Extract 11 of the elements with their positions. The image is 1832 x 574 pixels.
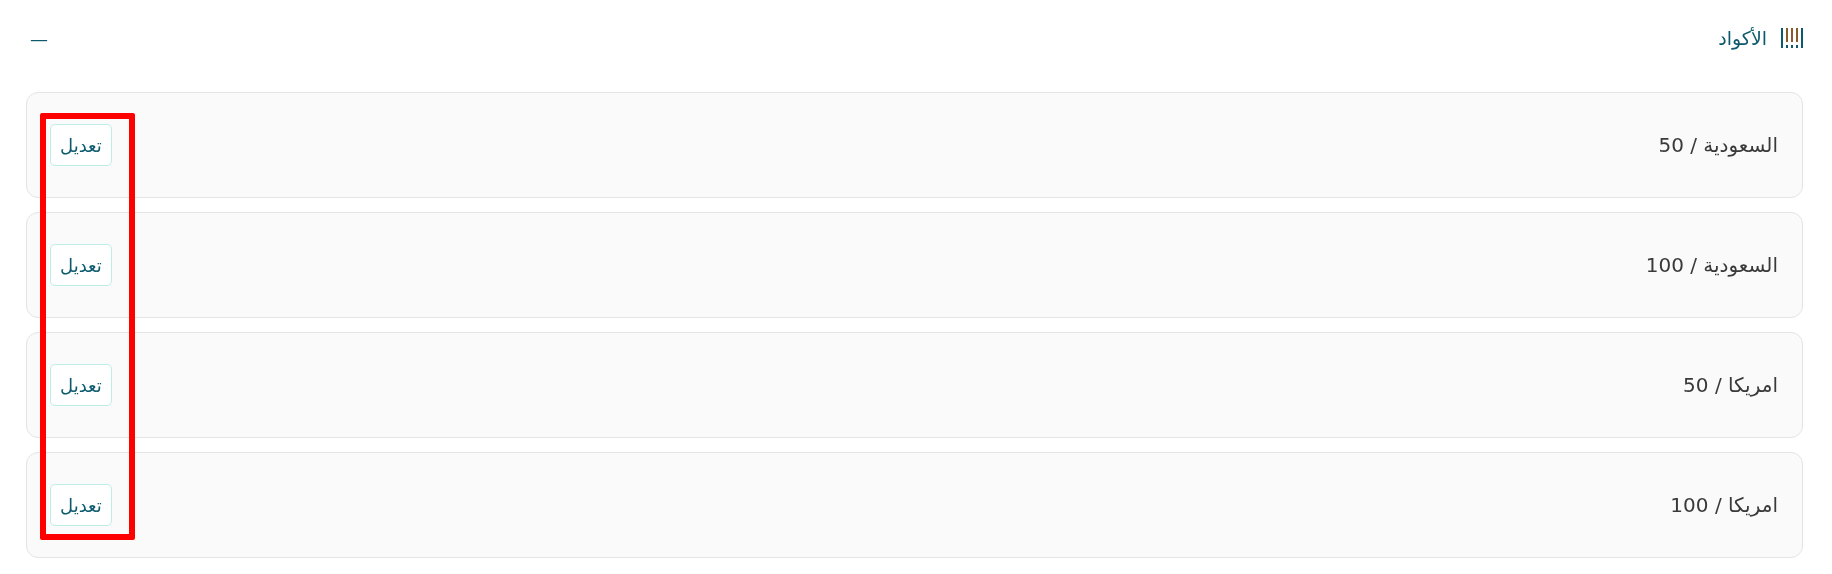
edit-button[interactable]: تعديل — [50, 244, 112, 286]
barcode-icon — [1781, 27, 1803, 49]
code-label: السعودية / 50 — [1658, 133, 1778, 157]
edit-button[interactable]: تعديل — [50, 364, 112, 406]
code-label: السعودية / 100 — [1645, 253, 1778, 277]
section-title: الأكواد — [1718, 27, 1767, 49]
code-label: امريكا / 100 — [1670, 493, 1778, 517]
collapse-button[interactable]: — — [26, 27, 52, 49]
code-label: امريكا / 50 — [1683, 373, 1778, 397]
edit-button[interactable]: تعديل — [50, 124, 112, 166]
edit-button[interactable]: تعديل — [50, 484, 112, 526]
